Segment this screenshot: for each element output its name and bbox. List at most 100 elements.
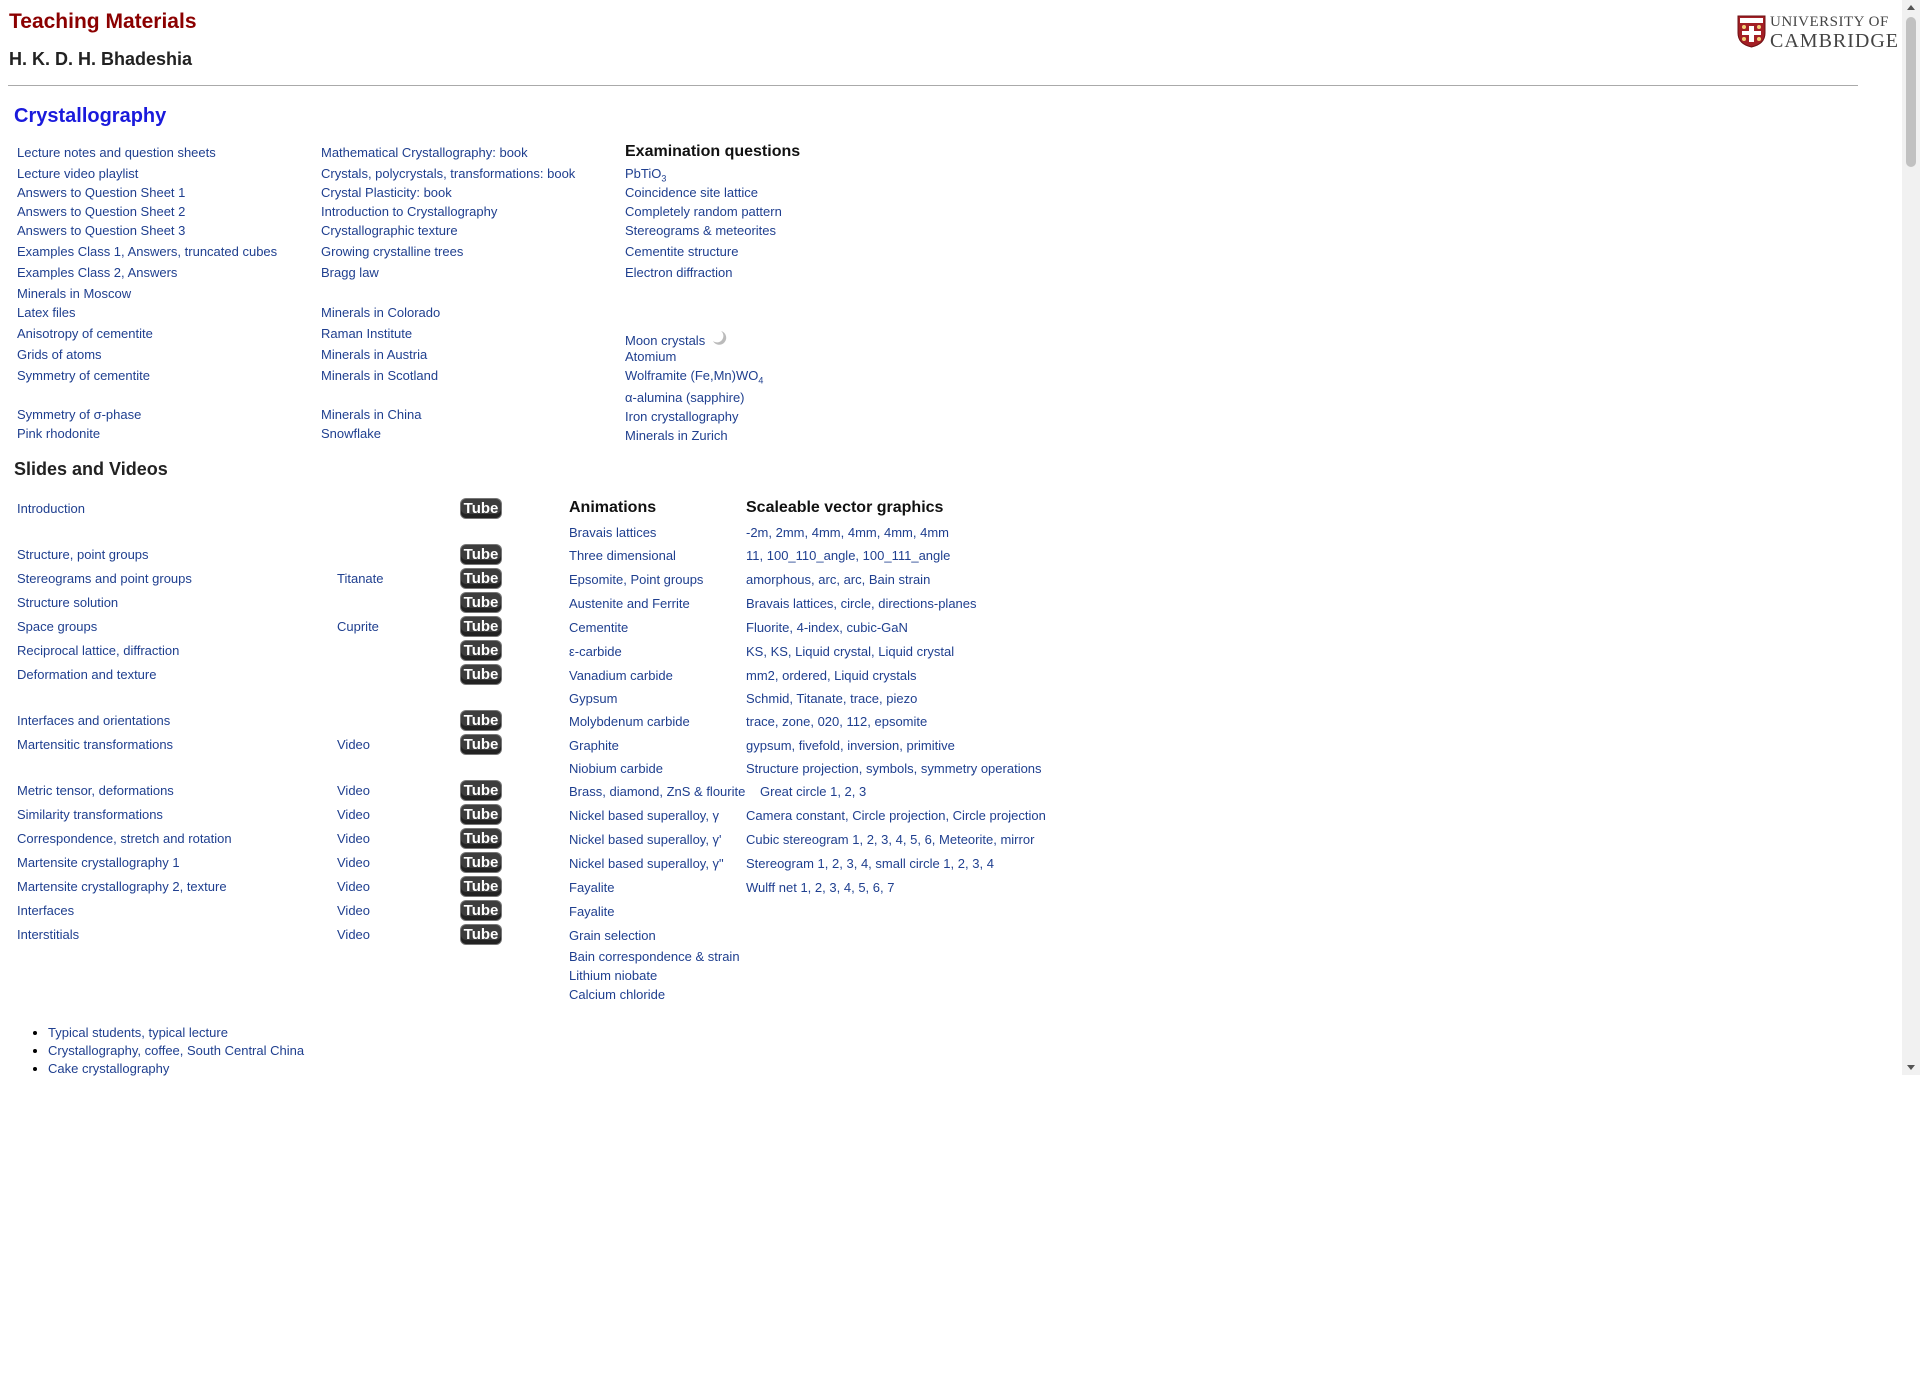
link-directions-planes[interactable]: directions-planes bbox=[878, 596, 976, 611]
youtube-icon[interactable]: Tube bbox=[461, 735, 501, 754]
link-arc[interactable]: arc bbox=[818, 572, 836, 587]
link-electron-diffraction[interactable]: Electron diffraction bbox=[625, 265, 732, 280]
link-introduction-to-crystallography[interactable]: Introduction to Crystallography bbox=[321, 204, 497, 219]
link-liquid-crystal[interactable]: Liquid crystal bbox=[795, 644, 871, 659]
link-crystallographic-texture[interactable]: Crystallographic texture bbox=[321, 223, 458, 238]
link-trace[interactable]: trace bbox=[746, 714, 775, 729]
link-cuprite[interactable]: Cuprite bbox=[337, 619, 379, 635]
link-deformation-and-texture[interactable]: Deformation and texture bbox=[17, 667, 156, 682]
link-2m[interactable]: -2m bbox=[746, 525, 768, 540]
link-7[interactable]: 7 bbox=[887, 880, 894, 895]
link-small-circle-1[interactable]: small circle 1 bbox=[875, 856, 950, 871]
video-link[interactable]: Video bbox=[337, 903, 370, 919]
youtube-icon[interactable]: Tube bbox=[461, 665, 501, 684]
link-bain-correspondence-strain[interactable]: Bain correspondence & strain bbox=[569, 949, 740, 964]
youtube-icon[interactable]: Tube bbox=[461, 593, 501, 612]
link-latex-files[interactable]: Latex files bbox=[17, 305, 76, 320]
link-grids-of-atoms[interactable]: Grids of atoms bbox=[17, 347, 102, 362]
link-5[interactable]: 5 bbox=[858, 880, 865, 895]
link-4-index[interactable]: 4-index bbox=[797, 620, 840, 635]
link-3[interactable]: 3 bbox=[829, 880, 836, 895]
link-trace[interactable]: trace bbox=[850, 691, 879, 706]
link-fayalite[interactable]: Fayalite bbox=[569, 904, 615, 919]
link-brass[interactable]: Brass bbox=[569, 784, 602, 799]
link-gypsum[interactable]: Gypsum bbox=[569, 691, 617, 706]
link-deformations[interactable]: deformations bbox=[99, 783, 174, 798]
link-cubic-gan[interactable]: cubic-GaN bbox=[846, 620, 907, 635]
link-structure-projection[interactable]: Structure projection bbox=[746, 761, 859, 776]
link-bravais-lattices[interactable]: Bravais lattices bbox=[569, 525, 656, 540]
cambridge-logo[interactable]: UNIVERSITY OF CAMBRIDGE bbox=[1737, 14, 1898, 52]
link-6[interactable]: 6 bbox=[925, 832, 932, 847]
vertical-scrollbar[interactable] bbox=[1902, 0, 1920, 1075]
link-ks[interactable]: KS bbox=[746, 644, 763, 659]
link-4[interactable]: 4 bbox=[987, 856, 994, 871]
link-3[interactable]: 3 bbox=[846, 856, 853, 871]
link-nickel-based-superalloy[interactable]: Nickel based superalloy, γ' bbox=[569, 832, 722, 847]
link-wolframite[interactable]: Wolframite (Fe,Mn)WO4 bbox=[625, 368, 763, 386]
video-link[interactable]: Video bbox=[337, 807, 370, 823]
link-grain-selection[interactable]: Grain selection bbox=[569, 928, 656, 943]
link-structure-solution[interactable]: Structure solution bbox=[17, 595, 118, 610]
link-pbtio3[interactable]: PbTiO3 bbox=[625, 166, 666, 184]
link-meteorite[interactable]: Meteorite bbox=[939, 832, 993, 847]
link-symmetry-of-cementite[interactable]: Symmetry of cementite bbox=[17, 368, 150, 383]
link-great-circle-1[interactable]: Great circle 1 bbox=[760, 784, 837, 799]
link-titanate[interactable]: Titanate bbox=[337, 571, 384, 587]
link-020[interactable]: 020 bbox=[818, 714, 840, 729]
link-examples-class-2[interactable]: Examples Class 2 bbox=[17, 265, 121, 280]
youtube-icon[interactable]: Tube bbox=[461, 805, 501, 824]
link-coffee[interactable]: coffee bbox=[145, 1043, 180, 1058]
link-crystallography[interactable]: Crystallography bbox=[48, 1043, 137, 1058]
link-6[interactable]: 6 bbox=[873, 880, 880, 895]
link-carbide[interactable]: ε-carbide bbox=[569, 644, 622, 659]
youtube-icon[interactable]: Tube bbox=[461, 545, 501, 564]
link-anisotropy-of-cementite[interactable]: Anisotropy of cementite bbox=[17, 326, 153, 341]
link-answers-to-question-sheet-3[interactable]: Answers to Question Sheet 3 bbox=[17, 223, 185, 238]
link-correspondence-stretch-and-rotation[interactable]: Correspondence, stretch and rotation bbox=[17, 831, 232, 846]
link-introduction[interactable]: Introduction bbox=[17, 501, 85, 516]
link-cake-crystallography[interactable]: Cake crystallography bbox=[48, 1061, 169, 1076]
link-symmetry-operations[interactable]: symmetry operations bbox=[921, 761, 1042, 776]
link-martensitic-transformations[interactable]: Martensitic transformations bbox=[17, 737, 173, 752]
link-112[interactable]: 112 bbox=[847, 714, 868, 729]
link-vanadium-carbide[interactable]: Vanadium carbide bbox=[569, 668, 673, 683]
link-4mm[interactable]: 4mm bbox=[920, 525, 949, 540]
link-martensite-crystallography-1[interactable]: Martensite crystallography 1 bbox=[17, 855, 180, 870]
link-answers-to-question-sheet-2[interactable]: Answers to Question Sheet 2 bbox=[17, 204, 185, 219]
link-circle[interactable]: circle bbox=[841, 596, 871, 611]
link-stereograms-meteorites[interactable]: Stereograms & meteorites bbox=[625, 223, 776, 238]
link-cementite[interactable]: Cementite bbox=[569, 620, 628, 635]
link-3[interactable]: 3 bbox=[859, 784, 866, 799]
link-minerals-in-zurich[interactable]: Minerals in Zurich bbox=[625, 428, 728, 443]
link-typical-students[interactable]: Typical students bbox=[48, 1025, 141, 1040]
link-circle-projection[interactable]: Circle projection bbox=[852, 808, 945, 823]
link-4[interactable]: 4 bbox=[896, 832, 903, 847]
link-bain-strain[interactable]: Bain strain bbox=[869, 572, 930, 587]
link-11[interactable]: 11 bbox=[746, 548, 760, 563]
link-wulff-net-1[interactable]: Wulff net 1 bbox=[746, 880, 808, 895]
link-three-dimensional[interactable]: Three dimensional bbox=[569, 548, 676, 563]
link-space-groups[interactable]: Space groups bbox=[17, 619, 97, 634]
link-2[interactable]: 2 bbox=[867, 832, 874, 847]
link-epsomite[interactable]: Epsomite bbox=[569, 572, 623, 587]
link-stereograms-and-point-groups[interactable]: Stereograms and point groups bbox=[17, 571, 192, 586]
link-circle-projection[interactable]: Circle projection bbox=[953, 808, 1046, 823]
link-gypsum[interactable]: gypsum bbox=[746, 738, 792, 753]
link-minerals-in-moscow[interactable]: Minerals in Moscow bbox=[17, 286, 131, 301]
link-4mm[interactable]: 4mm bbox=[884, 525, 913, 540]
link-2[interactable]: 2 bbox=[845, 784, 852, 799]
link-interstitials[interactable]: Interstitials bbox=[17, 927, 79, 942]
link-titanate[interactable]: Titanate bbox=[796, 691, 843, 706]
link-liquid-crystal[interactable]: Liquid crystal bbox=[878, 644, 954, 659]
youtube-icon[interactable]: Tube bbox=[461, 617, 501, 636]
link-lecture-notes-and-question-sheets[interactable]: Lecture notes and question sheets bbox=[17, 145, 216, 160]
link-atomium[interactable]: Atomium bbox=[625, 349, 676, 365]
link-texture[interactable]: texture bbox=[187, 879, 227, 894]
link-camera-constant[interactable]: Camera constant bbox=[746, 808, 845, 823]
link-nickel-based-superalloy[interactable]: Nickel based superalloy, γ" bbox=[569, 856, 724, 871]
link-reciprocal-lattice[interactable]: Reciprocal lattice bbox=[17, 643, 116, 658]
link-2mm[interactable]: 2mm bbox=[776, 525, 805, 540]
scroll-up-arrow-icon[interactable] bbox=[1907, 5, 1915, 10]
link-coincidence-site-lattice[interactable]: Coincidence site lattice bbox=[625, 185, 758, 200]
